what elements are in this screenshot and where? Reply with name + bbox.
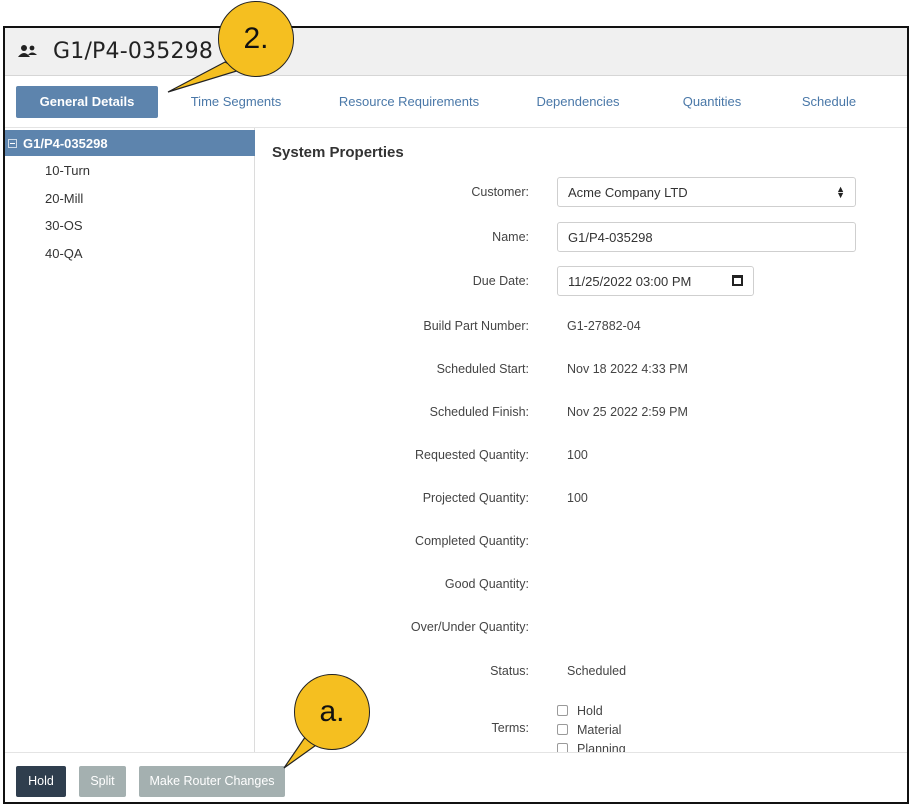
split-button[interactable]: Split [79, 766, 126, 797]
tab-schedule[interactable]: Schedule [796, 86, 862, 118]
section-title: System Properties [272, 144, 404, 161]
terms-option-hold[interactable]: Hold [557, 701, 626, 720]
callout-step-2: 2. [218, 1, 294, 77]
completed-quantity-label: Completed Quantity: [415, 534, 529, 548]
name-field[interactable]: G1/P4-035298 [557, 222, 856, 252]
terms-option-material[interactable]: Material [557, 720, 626, 739]
build-part-number-value: G1-27882-04 [567, 319, 641, 333]
scheduled-finish-label: Scheduled Finish: [429, 405, 529, 419]
due-date-label: Due Date: [472, 274, 529, 288]
tab-time-segments[interactable]: Time Segments [185, 86, 287, 118]
people-settings-icon [17, 42, 39, 62]
tree-item-40-qa[interactable]: 40-QA [45, 246, 83, 261]
hold-button[interactable]: Hold [16, 766, 66, 797]
scheduled-finish-value: Nov 25 2022 2:59 PM [567, 405, 688, 419]
tab-quantities[interactable]: Quantities [675, 86, 749, 118]
tree-item-10-turn[interactable]: 10-Turn [45, 163, 90, 178]
name-label: Name: [492, 230, 529, 244]
action-footer: Hold Split Make Router Changes [5, 752, 907, 802]
checkbox-material[interactable] [557, 724, 568, 735]
router-tree: G1/P4-035298 10-Turn 20-Mill 30-OS 40-QA [5, 128, 255, 752]
checkbox-hold[interactable] [557, 705, 568, 716]
select-arrows-icon: ▲ ▼ [836, 184, 845, 200]
checkbox-material-label: Material [577, 722, 622, 737]
make-router-changes-button[interactable]: Make Router Changes [139, 766, 285, 797]
name-field-value: G1/P4-035298 [568, 229, 653, 245]
build-part-number-label: Build Part Number: [423, 319, 529, 333]
customer-select[interactable]: Acme Company LTD ▲ ▼ [557, 177, 856, 207]
tree-item-30-os[interactable]: 30-OS [45, 218, 83, 233]
tree-root-label: G1/P4-035298 [23, 135, 108, 151]
projected-quantity-value: 100 [567, 491, 588, 505]
terms-options: Hold Material Planning [557, 701, 626, 758]
properties-panel: System Properties Customer: Acme Company… [255, 128, 907, 756]
scheduled-start-label: Scheduled Start: [436, 362, 529, 376]
callout-step-a: a. [294, 674, 370, 750]
calendar-icon[interactable] [732, 275, 743, 286]
scheduled-start-value: Nov 18 2022 4:33 PM [567, 362, 688, 376]
good-quantity-label: Good Quantity: [444, 577, 529, 591]
tab-general-details[interactable]: General Details [16, 86, 158, 118]
requested-quantity-value: 100 [567, 448, 588, 462]
status-label: Status: [490, 664, 529, 678]
over-under-quantity-label: Over/Under Quantity: [410, 620, 529, 634]
customer-select-value: Acme Company LTD [568, 184, 688, 200]
requested-quantity-label: Requested Quantity: [415, 448, 529, 462]
page-title: G1/P4-035298 [53, 39, 214, 64]
window-header: G1/P4-035298 [5, 28, 907, 76]
window-frame: G1/P4-035298 General Details Time Segmen… [3, 26, 909, 804]
projected-quantity-label: Projected Quantity: [422, 491, 529, 505]
collapse-icon[interactable] [8, 138, 17, 148]
tree-item-20-mill[interactable]: 20-Mill [45, 191, 83, 206]
checkbox-hold-label: Hold [577, 703, 603, 718]
terms-label: Terms: [491, 721, 530, 735]
customer-label: Customer: [471, 185, 529, 199]
due-date-field[interactable]: 11/25/2022 03:00 PM [557, 266, 754, 296]
tab-resource-requirements[interactable]: Resource Requirements [335, 86, 483, 118]
tree-root-node[interactable]: G1/P4-035298 [5, 130, 255, 156]
tab-bar: General Details Time Segments Resource R… [5, 76, 907, 128]
due-date-value: 11/25/2022 03:00 PM [568, 273, 692, 289]
status-value: Scheduled [567, 664, 627, 678]
tab-dependencies[interactable]: Dependencies [530, 86, 626, 118]
